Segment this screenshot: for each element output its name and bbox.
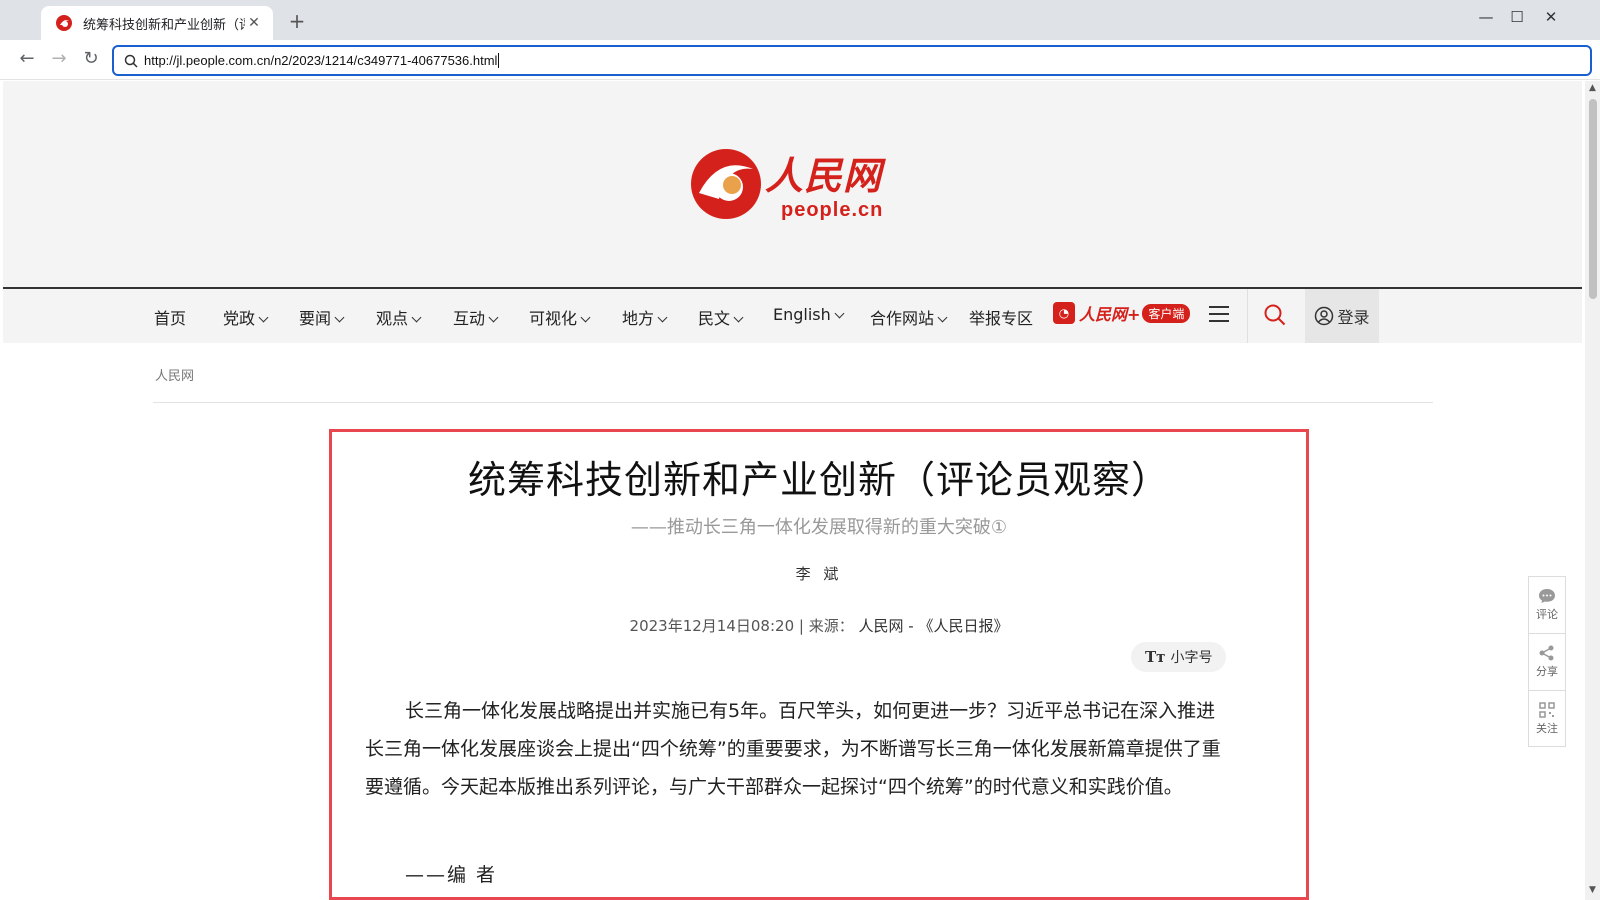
nav-item-home[interactable]: 首页 <box>154 305 186 329</box>
chevron-down-icon <box>834 308 845 319</box>
breadcrumb-divider <box>153 402 1433 403</box>
breadcrumb[interactable]: 人民网 <box>155 365 194 384</box>
nav-item-visual[interactable]: 可视化 <box>529 305 591 329</box>
nav-item-news[interactable]: 要闻 <box>299 305 345 329</box>
people-logo-icon <box>691 149 761 219</box>
scroll-up-icon[interactable]: ▲ <box>1585 83 1600 93</box>
search-icon <box>124 54 138 68</box>
scroll-thumb[interactable] <box>1589 99 1597 299</box>
chevron-down-icon <box>488 312 499 323</box>
article-author: 李 斌 <box>795 565 843 583</box>
menu-icon[interactable] <box>1209 305 1229 323</box>
chevron-down-icon <box>733 312 744 323</box>
nav-item-ethnic[interactable]: 民文 <box>698 305 744 329</box>
chevron-down-icon <box>580 312 591 323</box>
app-tag: 客户端 <box>1142 303 1191 323</box>
url-text: http://jl.people.com.cn/n2/2023/1214/c34… <box>144 53 498 68</box>
user-icon <box>1315 306 1334 326</box>
back-icon[interactable]: ← <box>15 48 39 69</box>
article-subtitle: ——推动长三角一体化发展取得新的重大突破① <box>630 517 1008 538</box>
nav-item-local[interactable]: 地方 <box>622 305 668 329</box>
chevron-down-icon <box>334 312 345 323</box>
editor-sign: ——编 者 <box>405 864 498 886</box>
chevron-down-icon <box>411 312 422 323</box>
new-tab-icon[interactable]: + <box>285 9 309 33</box>
nav-item-english[interactable]: English <box>773 305 845 324</box>
app-download-link[interactable]: ◔ 人民网+ 客户端 <box>1053 301 1191 325</box>
nav-item-report[interactable]: 举报专区 <box>969 305 1033 329</box>
nav-item-interact[interactable]: 互动 <box>453 305 499 329</box>
logo-name: 人民网 <box>765 153 883 198</box>
minimize-icon[interactable]: — <box>1471 8 1501 26</box>
site-header: 人民网 people.cn <box>3 81 1582 287</box>
close-tab-icon[interactable]: ✕ <box>245 15 263 31</box>
app-name: 人民网+ <box>1079 305 1141 324</box>
people-logo-icon: ◔ <box>1053 302 1075 324</box>
article-source[interactable]: 人民网 - 《人民日报》 <box>859 617 1009 635</box>
nav-item-politics[interactable]: 党政 <box>223 305 269 329</box>
browser-tab-bar: 统筹科技创新和产业创新（评... ✕ + — ☐ ✕ <box>0 0 1600 40</box>
main-nav: 首页 党政 要闻 观点 互动 可视化 地方 民文 English 合作网站 举报… <box>3 287 1582 343</box>
article-meta: 2023年12月14日08:20 | 来源： 人民网 - 《人民日报》 <box>332 615 1306 636</box>
url-input[interactable]: http://jl.people.com.cn/n2/2023/1214/c34… <box>112 45 1592 76</box>
scroll-down-icon[interactable]: ▼ <box>1585 885 1600 895</box>
logo-domain: people.cn <box>781 199 884 221</box>
nav-divider <box>1247 289 1248 343</box>
browser-tab[interactable]: 统筹科技创新和产业创新（评... ✕ <box>41 6 273 40</box>
follow-button[interactable]: 关注 <box>1528 690 1566 747</box>
font-toggle-label: 小字号 <box>1170 650 1213 666</box>
article-body: 长三角一体化发展战略提出并实施已有5年。百尺竿头，如何更进一步？习近平总书记在深… <box>365 700 1221 798</box>
reload-icon[interactable]: ↻ <box>79 48 103 69</box>
forward-icon[interactable]: → <box>47 48 71 69</box>
comment-icon <box>1539 589 1555 603</box>
qr-code-icon <box>1539 701 1555 718</box>
nav-item-opinion[interactable]: 观点 <box>376 305 422 329</box>
article-date: 2023年12月14日08:20 <box>629 617 795 635</box>
site-logo[interactable]: 人民网 people.cn <box>689 143 919 231</box>
login-button[interactable]: 登录 <box>1305 289 1379 343</box>
search-icon[interactable] <box>1264 304 1286 326</box>
comment-button[interactable]: 评论 <box>1528 576 1566 633</box>
source-label: | 来源： <box>798 617 854 635</box>
font-size-toggle[interactable]: Tт 小字号 <box>1131 642 1227 672</box>
people-logo-icon <box>56 15 72 31</box>
window-close-icon[interactable]: ✕ <box>1536 8 1566 26</box>
chevron-down-icon <box>937 312 948 323</box>
article-title: 统筹科技创新和产业创新（评论员观察） <box>467 458 1170 502</box>
maximize-icon[interactable]: ☐ <box>1502 8 1532 26</box>
chevron-down-icon <box>657 312 668 323</box>
tab-title: 统筹科技创新和产业创新（评... <box>83 17 245 33</box>
share-button[interactable]: 分享 <box>1528 633 1566 690</box>
article-highlight: 统筹科技创新和产业创新（评论员观察） ——推动长三角一体化发展取得新的重大突破①… <box>329 429 1309 900</box>
chevron-down-icon <box>258 312 269 323</box>
text-caret <box>498 53 500 68</box>
nav-item-partners[interactable]: 合作网站 <box>870 305 948 329</box>
side-toolbar: 评论 分享 关注 <box>1528 576 1566 747</box>
page-scrollbar[interactable]: ▲ ▼ <box>1585 81 1600 900</box>
share-icon <box>1539 645 1554 661</box>
login-label: 登录 <box>1337 308 1370 327</box>
font-size-icon: Tт <box>1145 648 1166 666</box>
page-viewport: 人民网 people.cn 首页 党政 要闻 观点 互动 可视化 地方 民文 E… <box>0 81 1585 900</box>
